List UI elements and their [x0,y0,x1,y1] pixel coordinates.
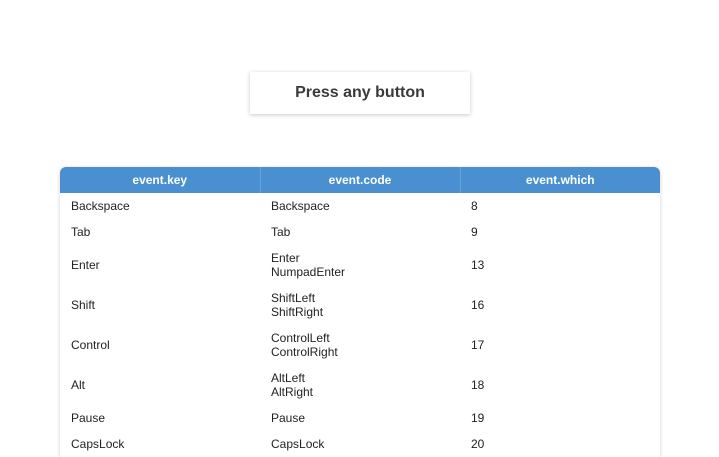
cell-code: Enter NumpadEnter [260,245,460,285]
cell-key: Backspace [71,199,130,213]
cell-code: Backspace [260,193,460,219]
cell-key: Shift [71,298,96,312]
table-row: Enter Enter NumpadEnter 13 [60,245,660,285]
cell-which: 19 [471,411,485,425]
cell-key: Pause [71,411,106,425]
code-value: ShiftLeft [271,291,316,305]
table-row: Tab Tab 9 [60,219,660,245]
cell-which: 8 [471,199,478,213]
cell-code: ControlLeft ControlRight [260,325,460,365]
cell-code: ShiftLeft ShiftRight [260,285,460,325]
cell-which: 18 [471,378,485,392]
code-value: CapsLock [271,437,325,451]
cell-key: CapsLock [71,437,125,451]
table-row: Alt AltLeft AltRight 18 [60,365,660,405]
cell-which: 20 [471,437,485,451]
code-value: Pause [271,411,306,425]
key-events-table: event.key event.code event.which Backspa… [60,167,660,457]
code-value: NumpadEnter [271,265,346,279]
table-row: Shift ShiftLeft ShiftRight 16 [60,285,660,325]
code-value: Backspace [271,199,330,213]
header-event-key: event.key [60,167,260,193]
cell-which: 9 [471,225,478,239]
cell-code: Tab [260,219,460,245]
code-value: Enter [271,251,300,265]
table-header-row: event.key event.code event.which [60,167,660,193]
cell-key: Alt [71,378,86,392]
code-value: ShiftRight [271,305,324,319]
table-row: Control ControlLeft ControlRight 17 [60,325,660,365]
table-row: Backspace Backspace 8 [60,193,660,219]
code-value: ControlRight [271,345,338,359]
code-value: AltLeft [271,371,306,385]
header-event-code: event.code [259,167,460,193]
code-value: AltRight [271,385,314,399]
cell-key: Tab [71,225,91,239]
code-value: ControlLeft [271,331,330,345]
code-value: Tab [271,225,291,239]
press-any-button-prompt: Press any button [250,72,470,114]
table-row: Pause Pause 19 [60,405,660,431]
cell-code: Pause [260,405,460,431]
cell-key: Enter [71,258,100,272]
cell-key: Control [71,338,110,352]
cell-which: 13 [471,258,485,272]
header-event-which: event.which [459,167,660,193]
cell-code: CapsLock [260,431,460,457]
prompt-label: Press any button [295,84,425,101]
cell-which: 17 [471,338,485,352]
cell-code: AltLeft AltRight [260,365,460,405]
cell-which: 16 [471,298,485,312]
table-row: CapsLock CapsLock 20 [60,431,660,457]
